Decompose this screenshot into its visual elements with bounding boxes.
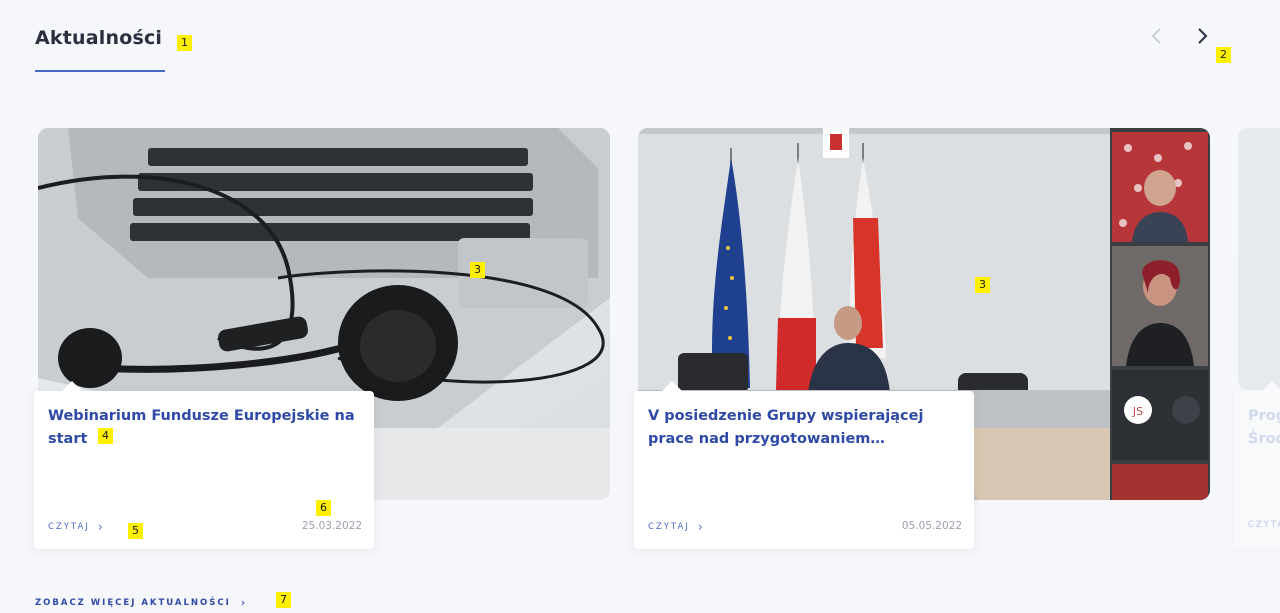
- annotation-marker: 2: [1216, 47, 1231, 63]
- title-underline: [35, 70, 165, 72]
- see-more-news-link[interactable]: ZOBACZ WIĘCEJ AKTUALNOŚCI ›: [35, 596, 245, 609]
- annotation-marker: 4: [98, 428, 113, 444]
- participant-initials: JS: [1132, 405, 1143, 418]
- annotation-marker: 7: [276, 592, 291, 608]
- news-section: Aktualności 1 2 Webinarium Fundusze Euro…: [0, 0, 1280, 613]
- news-card-title[interactable]: V posiedzenie Grupy wspierającej prace n…: [648, 405, 958, 451]
- news-card-caption: Webinarium Fundusze Europejskie na start…: [34, 381, 374, 549]
- next-button[interactable]: [1190, 22, 1214, 50]
- chevron-right-icon: [1198, 28, 1208, 44]
- read-more-label: CZYTAJ: [648, 522, 690, 532]
- news-card-title[interactable]: Prog Środ: [1248, 405, 1280, 451]
- read-more-link[interactable]: CZYTAJ ›: [48, 520, 103, 534]
- news-card[interactable]: JS V posiedzenie Grupy wspierającej prac…: [634, 128, 1210, 553]
- read-more-label: CZYTAJ: [1248, 520, 1280, 530]
- section-title: Aktualności: [35, 27, 163, 49]
- read-more-link[interactable]: CZYTAJ: [1248, 520, 1280, 530]
- chevron-right-icon: ›: [97, 520, 103, 534]
- read-more-label: CZYTAJ: [48, 522, 90, 532]
- news-card-date: 05.05.2022: [901, 520, 962, 532]
- news-card-title[interactable]: Webinarium Fundusze Europejskie na start: [48, 405, 358, 451]
- news-card-caption: Prog Środ CZYTAJ: [1234, 381, 1280, 549]
- caption-notch: [1262, 381, 1280, 391]
- news-card[interactable]: Webinarium Fundusze Europejskie na start…: [34, 128, 610, 553]
- chevron-left-icon: [1151, 28, 1161, 44]
- caption-notch: [62, 381, 82, 391]
- annotation-marker: 3: [975, 277, 990, 293]
- caption-notch: [662, 381, 682, 391]
- news-card[interactable]: Prog Środ CZYTAJ: [1234, 128, 1280, 553]
- annotation-marker: 5: [128, 523, 143, 539]
- annotation-marker: 3: [470, 262, 485, 278]
- news-card-image[interactable]: [1238, 128, 1280, 390]
- chevron-right-icon: ›: [240, 596, 246, 609]
- prev-button[interactable]: [1145, 22, 1169, 50]
- news-card-caption: V posiedzenie Grupy wspierającej prace n…: [634, 381, 974, 549]
- news-card-date: 25.03.2022: [301, 520, 362, 532]
- annotation-marker: 1: [177, 35, 192, 51]
- read-more-link[interactable]: CZYTAJ ›: [648, 520, 703, 534]
- chevron-right-icon: ›: [697, 520, 703, 534]
- see-more-label: ZOBACZ WIĘCEJ AKTUALNOŚCI: [35, 597, 231, 608]
- annotation-marker: 6: [316, 500, 331, 516]
